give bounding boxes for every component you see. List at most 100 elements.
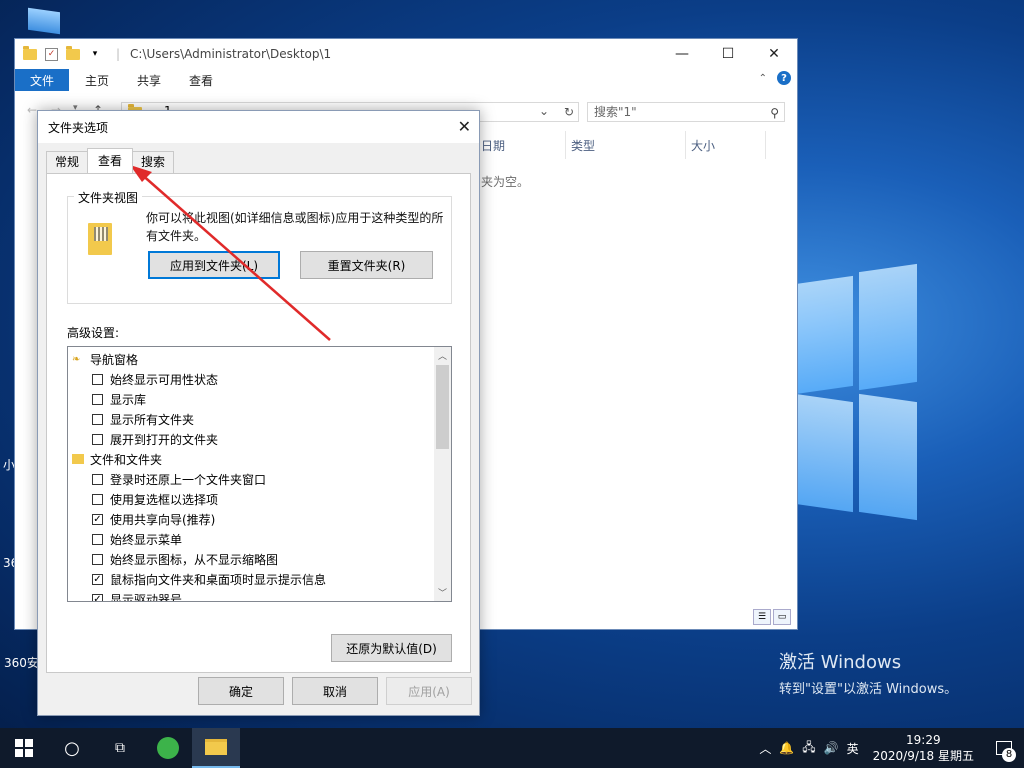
folder-icon [23,45,37,60]
column-size[interactable]: 大小 [691,137,715,154]
volume-icon[interactable]: 🔊 [820,741,843,755]
search-input[interactable]: 搜索"1" ⚲ [587,102,785,122]
tree-row-label: 登录时还原上一个文件夹窗口 [110,472,267,487]
apply-button[interactable]: 应用(A) [386,677,472,705]
column-type[interactable]: 类型 [571,137,595,154]
tree-option[interactable]: 登录时还原上一个文件夹窗口 [92,469,266,489]
option-checkbox[interactable] [92,533,103,545]
help-icon[interactable]: ? [777,71,791,85]
tree-option[interactable]: 始终显示菜单 [92,529,182,549]
option-checkbox[interactable]: ✓ [92,513,103,525]
tree-category[interactable]: ❧ 导航窗格 [72,349,138,369]
ribbon-tab-view[interactable]: 查看 [175,69,227,91]
cancel-button[interactable]: 取消 [292,677,378,705]
title-separator: | [116,47,121,61]
tree-option[interactable]: ✓ 鼠标指向文件夹和桌面项时显示提示信息 [92,569,326,589]
browser-360-icon[interactable] [144,728,192,768]
details-view-icon[interactable]: ☰ [753,609,771,625]
ribbon-tab-share[interactable]: 共享 [123,69,175,91]
network-icon[interactable]: 🖧 [798,738,819,759]
search-placeholder: 搜索"1" [594,105,637,119]
ribbon-tab-file[interactable]: 文件 [15,69,69,91]
ribbon-right: ⌃ ? [759,71,791,85]
ok-button[interactable]: 确定 [198,677,284,705]
column-date[interactable]: 日期 [481,137,505,154]
large-icons-view-icon[interactable]: ▭ [773,609,791,625]
dialog-close-icon[interactable]: ✕ [458,117,471,136]
option-checkbox[interactable] [92,493,103,505]
ribbon-collapse-icon[interactable]: ⌃ [759,73,767,84]
folder-view-description: 你可以将此视图(如详细信息或图标)应用于这种类型的所有文件夹。 [146,211,444,243]
option-checkbox[interactable]: ✓ [92,573,103,585]
properties-icon[interactable]: ✓ [45,47,58,61]
folder-view-group: 文件夹视图 你可以将此视图(如详细信息或图标)应用于这种类型的所有文件夹。 应用… [67,189,452,304]
tree-option[interactable]: 显示所有文件夹 [92,409,194,429]
tree-row-label: 显示驱动器号 [110,592,183,602]
column-divider[interactable] [685,131,686,159]
tab-general[interactable]: 常规 [46,151,89,173]
option-checkbox[interactable]: ✓ [92,593,103,601]
customize-quick-access-icon[interactable]: ▾ [88,47,102,61]
search-taskbar-icon[interactable]: ○ [48,728,96,768]
tree-option[interactable]: 始终显示可用性状态 [92,369,218,389]
view-tab-page: 文件夹视图 你可以将此视图(如详细信息或图标)应用于这种类型的所有文件夹。 应用… [46,173,471,673]
tree-row-label: 文件和文件夹 [90,452,163,467]
refresh-icon[interactable]: ↻ [559,102,579,122]
ime-indicator[interactable]: 英 [843,740,863,757]
ribbon-tab-home[interactable]: 主页 [69,69,123,91]
tree-row-label: 始终显示图标，从不显示缩略图 [110,552,279,567]
tree-option[interactable]: 使用复选框以选择项 [92,489,218,509]
column-divider[interactable] [565,131,566,159]
back-icon[interactable]: ← [27,103,37,117]
option-checkbox[interactable] [92,433,103,445]
action-center-icon[interactable]: 8 [984,728,1024,768]
dialog-tabs: 常规 查看 搜索 [46,148,175,173]
window-path: C:\Users\Administrator\Desktop\1 [130,47,332,61]
desktop-icon-360-label[interactable]: 360安 [4,654,39,671]
dialog-titlebar: 文件夹选项 ✕ [38,111,479,143]
folder-options-dialog: 文件夹选项 ✕ 常规 查看 搜索 文件夹视图 你可以将此视图(如详细信息或图标)… [37,110,480,716]
tree-category[interactable]: 文件和文件夹 [72,449,162,469]
explorer-titlebar: ✓ ▾ | C:\Users\Administrator\Desktop\1 —… [15,39,797,69]
tab-view[interactable]: 查看 [87,148,134,173]
desktop-recycle-icon[interactable] [28,7,60,35]
start-button[interactable] [0,728,48,768]
windows-logo-wallpaper [795,260,920,521]
tree-option[interactable]: ✓ 使用共享向导(推荐) [92,509,215,529]
minimize-icon[interactable]: — [659,39,705,69]
taskbar: ○ ⧉ ︿ 🔔 🖧 🔊 英 19:29 2020/9/18 星期五 8 [0,728,1024,768]
advanced-settings-label: 高级设置: [67,326,120,340]
clock[interactable]: 19:29 2020/9/18 星期五 [863,732,984,764]
option-checkbox[interactable] [92,473,103,485]
scroll-down-icon[interactable]: ﹀ [434,584,451,601]
activate-title: 激活 Windows [779,652,902,673]
tree-option[interactable]: 展开到打开的文件夹 [92,429,218,449]
tree-option[interactable]: 显示库 [92,389,146,409]
tree-scrollbar[interactable]: ︿ ﹀ [434,347,451,601]
tree-row-label: 使用复选框以选择项 [110,492,219,507]
option-checkbox[interactable] [92,373,103,385]
file-explorer-taskbar-icon[interactable] [192,728,240,768]
tree-row-label: 显示库 [110,392,147,407]
column-divider[interactable] [765,131,766,159]
tree-row-label: 导航窗格 [90,352,139,367]
apply-to-folders-button[interactable]: 应用到文件夹(L) [148,251,280,279]
option-checkbox[interactable] [92,393,103,405]
scroll-thumb[interactable] [436,365,449,449]
close-icon[interactable]: ✕ [751,39,797,69]
notification-bell-icon[interactable]: 🔔 [775,741,798,755]
option-checkbox[interactable] [92,413,103,425]
tree-option[interactable]: ✓ 显示驱动器号 [92,589,183,602]
scroll-up-icon[interactable]: ︿ [434,347,451,364]
address-dropdown-icon[interactable]: ⌄ [539,104,549,118]
option-checkbox[interactable] [92,553,103,565]
reset-folders-button[interactable]: 重置文件夹(R) [300,251,433,279]
task-view-icon[interactable]: ⧉ [96,728,144,768]
restore-defaults-button[interactable]: 还原为默认值(D) [331,634,452,662]
maximize-icon[interactable]: ☐ [705,39,751,69]
new-folder-icon[interactable] [66,45,80,60]
tree-option[interactable]: 始终显示图标，从不显示缩略图 [92,549,278,569]
tray-overflow-icon[interactable]: ︿ [755,740,775,757]
advanced-settings-tree[interactable]: ✓ 显示驱动器号 ✓ 鼠标指向文件夹和桌面项时显示提示信息 始终显示图标，从不显示缩略图… [67,346,452,602]
tab-search[interactable]: 搜索 [132,151,175,173]
